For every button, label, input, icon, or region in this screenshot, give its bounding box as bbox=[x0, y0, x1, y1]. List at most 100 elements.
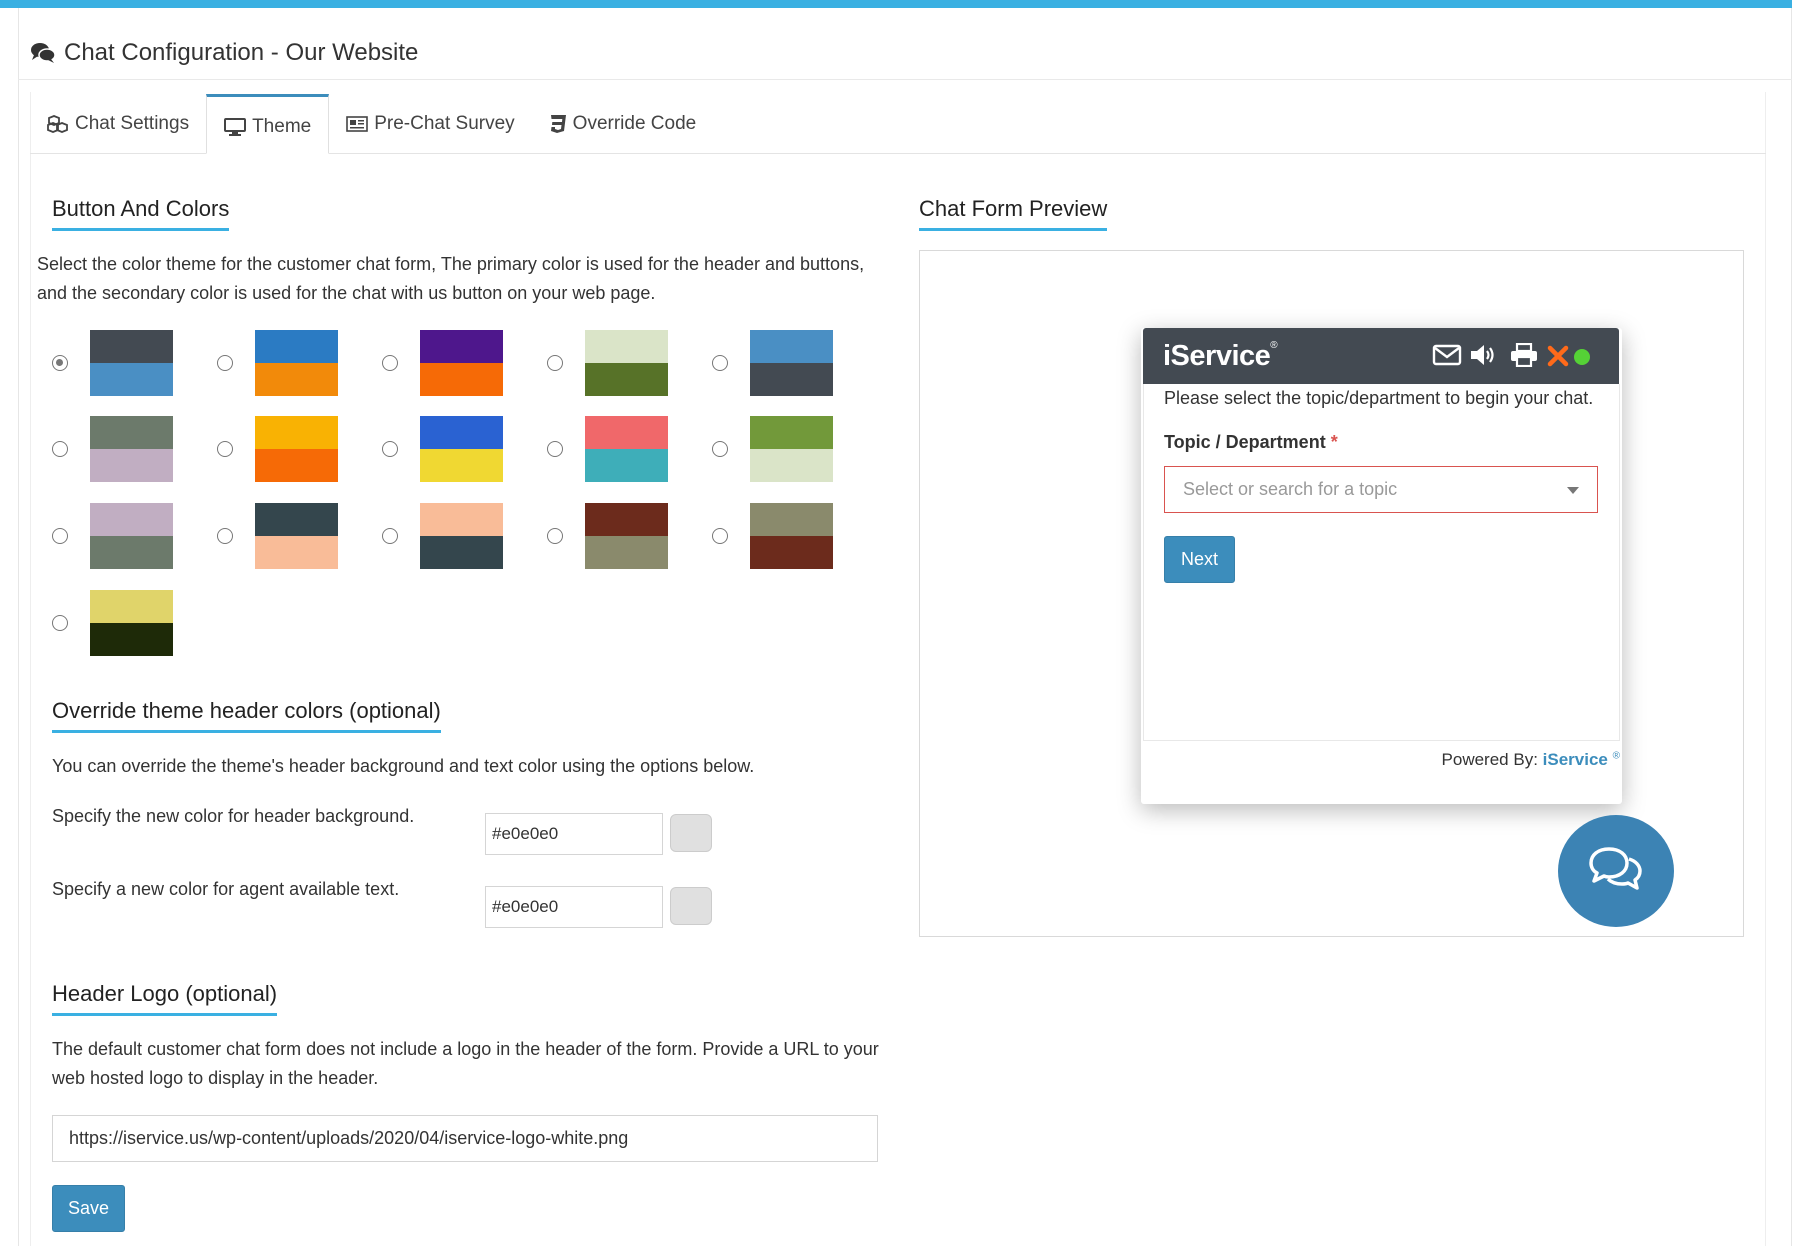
theme-primary-color bbox=[420, 330, 503, 363]
theme-swatch[interactable] bbox=[420, 330, 503, 396]
monitor-icon bbox=[224, 118, 247, 136]
next-button[interactable]: Next bbox=[1164, 536, 1235, 583]
override-description: You can override the theme's header back… bbox=[52, 756, 755, 776]
theme-swatch[interactable] bbox=[750, 330, 833, 396]
powered-by-link[interactable]: iService bbox=[1543, 750, 1608, 769]
comments-icon bbox=[30, 42, 56, 64]
theme-radio[interactable] bbox=[382, 441, 398, 457]
theme-radio[interactable] bbox=[712, 441, 728, 457]
tab-override-code[interactable]: Override Code bbox=[532, 94, 714, 153]
header-bg-color-picker[interactable] bbox=[670, 814, 712, 852]
theme-radio[interactable] bbox=[382, 355, 398, 371]
theme-swatch[interactable] bbox=[90, 590, 173, 656]
theme-radio[interactable] bbox=[217, 441, 233, 457]
theme-secondary-color bbox=[90, 536, 173, 569]
chevron-down-icon bbox=[1567, 487, 1579, 494]
theme-radio[interactable] bbox=[712, 528, 728, 544]
theme-primary-color bbox=[585, 416, 668, 449]
chat-body: Please select the topic/department to be… bbox=[1143, 384, 1620, 741]
theme-primary-color bbox=[255, 503, 338, 536]
chat-brand-logo: iService® bbox=[1163, 340, 1278, 373]
theme-swatch[interactable] bbox=[420, 416, 503, 482]
theme-swatch[interactable] bbox=[255, 503, 338, 569]
topic-select[interactable]: Select or search for a topic bbox=[1164, 466, 1598, 513]
theme-radio[interactable] bbox=[217, 355, 233, 371]
top-accent-bar bbox=[0, 0, 1792, 8]
theme-swatch[interactable] bbox=[255, 330, 338, 396]
theme-primary-color bbox=[255, 416, 338, 449]
theme-primary-color bbox=[420, 503, 503, 536]
page-title: Chat Configuration - Our Website bbox=[64, 38, 419, 66]
theme-primary-color bbox=[90, 330, 173, 363]
cubes-icon bbox=[47, 114, 69, 133]
powered-by-mark: ® bbox=[1612, 750, 1620, 762]
theme-secondary-color bbox=[255, 449, 338, 482]
theme-primary-color bbox=[255, 330, 338, 363]
comments-icon bbox=[1589, 846, 1643, 897]
theme-radio[interactable] bbox=[547, 528, 563, 544]
theme-radio[interactable] bbox=[382, 528, 398, 544]
theme-swatch[interactable] bbox=[585, 503, 668, 569]
chat-form-window: iService® Please select the topic/depart… bbox=[1141, 328, 1622, 804]
section-title-colors: Button And Colors bbox=[52, 196, 230, 231]
theme-swatch[interactable] bbox=[585, 416, 668, 482]
tab-label: Pre-Chat Survey bbox=[374, 112, 515, 134]
save-button[interactable]: Save bbox=[52, 1185, 125, 1232]
section-title-override: Override theme header colors (optional) bbox=[52, 698, 441, 733]
theme-secondary-color bbox=[750, 363, 833, 396]
section-title-preview: Chat Form Preview bbox=[919, 196, 1108, 231]
theme-swatch[interactable] bbox=[90, 503, 173, 569]
header-bg-label: Specify the new color for header backgro… bbox=[52, 806, 415, 826]
css3-icon bbox=[549, 114, 567, 134]
theme-primary-color bbox=[90, 416, 173, 449]
chat-launcher-button[interactable] bbox=[1558, 815, 1674, 927]
theme-radio[interactable] bbox=[52, 528, 68, 544]
theme-secondary-color bbox=[585, 449, 668, 482]
theme-swatch[interactable] bbox=[90, 416, 173, 482]
theme-radio[interactable] bbox=[712, 355, 728, 371]
email-icon[interactable] bbox=[1432, 343, 1462, 367]
theme-primary-color bbox=[420, 416, 503, 449]
theme-radio[interactable] bbox=[547, 355, 563, 371]
theme-secondary-color bbox=[420, 363, 503, 396]
theme-swatch[interactable] bbox=[255, 416, 338, 482]
agent-text-label: Specify a new color for agent available … bbox=[52, 879, 400, 899]
tab-pre-chat-survey[interactable]: Pre-Chat Survey bbox=[329, 94, 531, 153]
theme-radio[interactable] bbox=[547, 441, 563, 457]
theme-secondary-color bbox=[90, 449, 173, 482]
theme-swatch[interactable] bbox=[90, 330, 173, 396]
theme-secondary-color bbox=[255, 536, 338, 569]
section-title-logo: Header Logo (optional) bbox=[52, 981, 278, 1016]
logo-description-line: The default customer chat form does not … bbox=[52, 1039, 879, 1059]
theme-secondary-color bbox=[750, 449, 833, 482]
brand-mark: ® bbox=[1270, 340, 1278, 351]
theme-secondary-color bbox=[255, 363, 338, 396]
theme-swatch[interactable] bbox=[420, 503, 503, 569]
powered-by-label: Powered By: bbox=[1441, 750, 1538, 769]
agent-text-color-picker[interactable] bbox=[670, 887, 712, 925]
theme-swatch[interactable] bbox=[750, 416, 833, 482]
theme-swatch[interactable] bbox=[750, 503, 833, 569]
powered-by: Powered By: iService ® bbox=[1442, 750, 1620, 770]
tab-bar: Chat Settings Theme Pre-Chat Survey Over… bbox=[30, 94, 1766, 154]
theme-radio[interactable] bbox=[217, 528, 233, 544]
theme-swatch[interactable] bbox=[585, 330, 668, 396]
logo-url-input[interactable] bbox=[52, 1115, 878, 1162]
print-icon[interactable] bbox=[1509, 343, 1539, 367]
theme-radio[interactable] bbox=[52, 441, 68, 457]
tab-label: Chat Settings bbox=[75, 112, 190, 134]
theme-secondary-color bbox=[420, 449, 503, 482]
theme-primary-color bbox=[750, 330, 833, 363]
tab-chat-settings[interactable]: Chat Settings bbox=[30, 94, 206, 153]
close-icon[interactable] bbox=[1547, 345, 1569, 367]
theme-primary-color bbox=[90, 503, 173, 536]
sound-icon[interactable] bbox=[1469, 343, 1499, 367]
colors-description-line: Select the color theme for the customer … bbox=[37, 254, 865, 274]
agent-text-color-input[interactable] bbox=[485, 886, 663, 928]
header-bg-color-input[interactable] bbox=[485, 813, 663, 855]
tab-theme[interactable]: Theme bbox=[206, 94, 330, 154]
theme-radio[interactable] bbox=[52, 615, 68, 631]
chat-header: iService® bbox=[1143, 328, 1619, 384]
theme-radio[interactable] bbox=[52, 355, 68, 371]
chat-intro-text: Please select the topic/department to be… bbox=[1164, 388, 1594, 408]
